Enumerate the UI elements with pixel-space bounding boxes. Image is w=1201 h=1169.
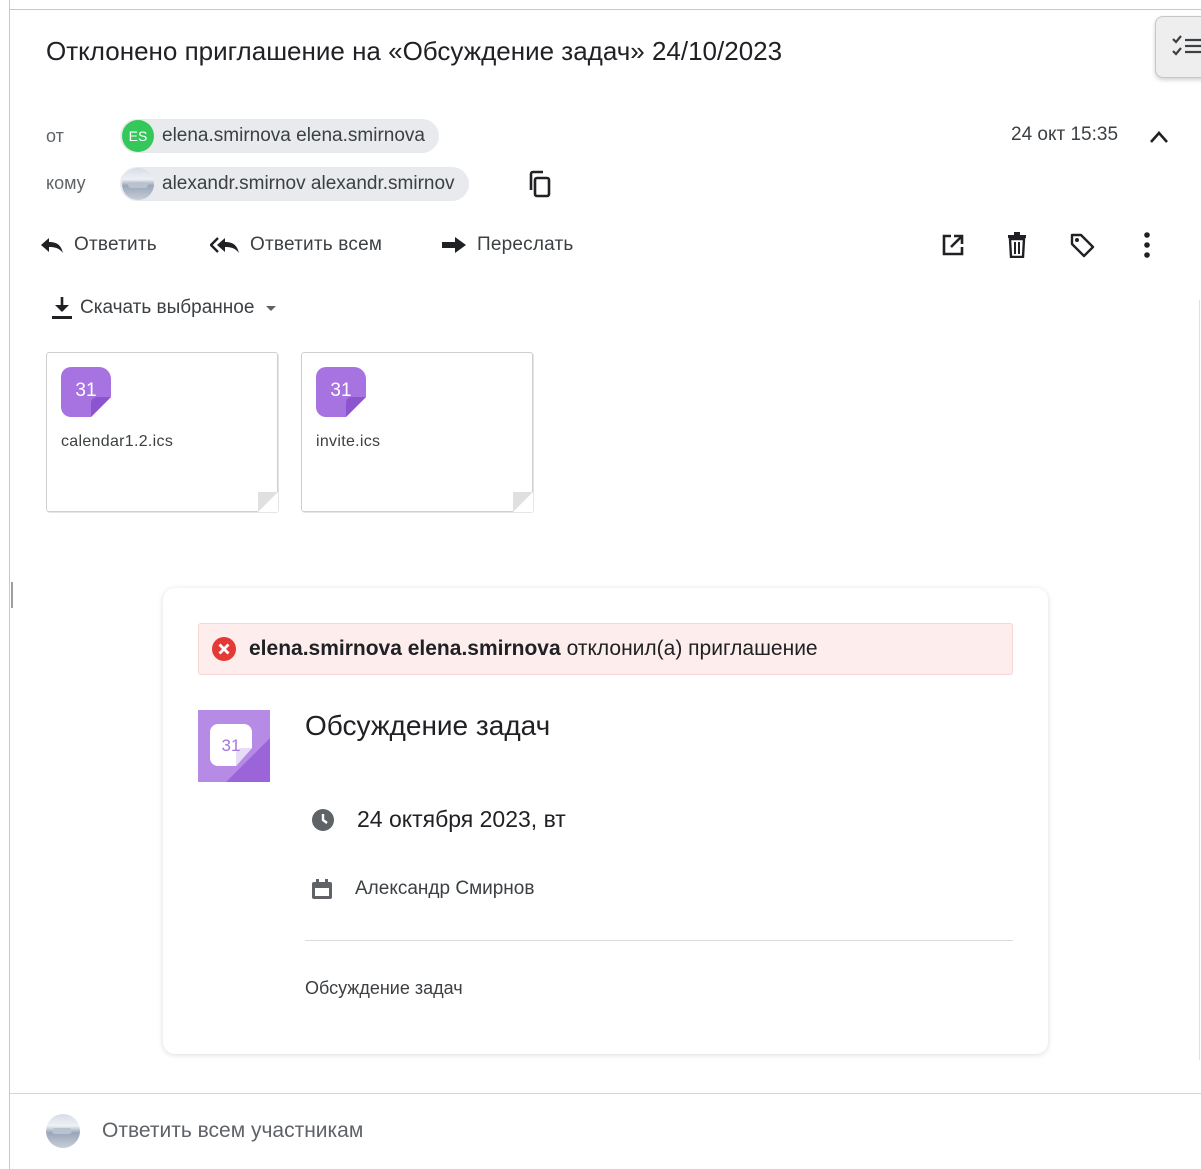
- attachment-name: invite.ics: [316, 433, 381, 450]
- sender-chip[interactable]: ES elena.smirnova elena.smirnova: [120, 119, 439, 153]
- resize-handle[interactable]: [11, 582, 13, 608]
- attachment-card[interactable]: 31 invite.ics: [301, 352, 533, 512]
- declined-alert: elena.smirnova elena.smirnova отклонил(а…: [198, 623, 1013, 675]
- download-selected-button[interactable]: Скачать выбранное: [50, 292, 278, 324]
- reply-icon: [41, 238, 63, 253]
- declined-status-text: отклонил(а) приглашение: [566, 637, 818, 660]
- reply-button[interactable]: Ответить: [40, 228, 157, 262]
- divider: [10, 1093, 1201, 1094]
- clock-icon: [312, 808, 334, 831]
- forward-icon: [442, 237, 466, 253]
- user-avatar: [46, 1114, 80, 1148]
- calendar-file-icon: 31: [316, 367, 366, 422]
- trash-icon: [1008, 232, 1026, 258]
- recipient-name: alexandr.smirnov alexandr.smirnov: [162, 173, 455, 194]
- scrollbar-track[interactable]: [1199, 300, 1200, 1060]
- chevron-up-icon: [1150, 131, 1168, 143]
- attachment-name: calendar1.2.ics: [61, 433, 174, 450]
- event-organizer-row: Александр Смирнов: [311, 878, 534, 900]
- reply-all-participants-button[interactable]: Ответить всем участникам: [46, 1113, 363, 1149]
- svg-text:31: 31: [222, 736, 241, 755]
- event-date: 24 октября 2023, вт: [357, 806, 566, 832]
- more-options-button[interactable]: [1130, 228, 1164, 262]
- page-fold: [258, 492, 278, 512]
- reply-all-label: Ответить всем: [250, 234, 383, 255]
- collapse-header-button[interactable]: [1144, 122, 1174, 152]
- reply-all-button[interactable]: Ответить всем: [210, 228, 382, 262]
- tag-button[interactable]: [1065, 228, 1099, 262]
- sender-avatar: ES: [122, 120, 154, 152]
- event-description: Обсуждение задач: [305, 978, 463, 998]
- reply-label: Ответить: [74, 234, 157, 255]
- from-label: от: [46, 126, 64, 146]
- calendar-icon: [312, 879, 332, 899]
- checklist-icon: [1172, 35, 1201, 56]
- email-date: 24 окт 15:35: [1011, 124, 1119, 145]
- attachment-card[interactable]: 31 calendar1.2.ics: [46, 352, 278, 512]
- tag-icon: [1070, 233, 1095, 258]
- email-subject: Отклонено приглашение на «Обсуждение зад…: [46, 36, 783, 66]
- to-label: кому: [46, 173, 86, 193]
- more-vertical-icon: [1144, 232, 1150, 258]
- frame-border-top: [9, 9, 1201, 10]
- open-external-icon: [942, 234, 964, 256]
- copy-icon: [529, 170, 551, 198]
- reply-all-icon: [210, 237, 239, 253]
- event-title: Обсуждение задач: [305, 710, 551, 741]
- download-icon: [52, 297, 72, 319]
- forward-label: Переслать: [477, 234, 574, 255]
- declined-by-name: elena.smirnova elena.smirnova: [249, 637, 561, 660]
- reply-all-participants-label: Ответить всем участникам: [102, 1119, 364, 1142]
- copy-recipients-button[interactable]: [522, 166, 558, 202]
- event-organizer: Александр Смирнов: [355, 878, 535, 899]
- checklist-button[interactable]: [1155, 16, 1201, 78]
- open-in-new-window-button[interactable]: [936, 228, 970, 262]
- error-icon: [212, 637, 236, 661]
- forward-button[interactable]: Переслать: [441, 228, 574, 262]
- frame-border-left: [9, 0, 10, 1169]
- svg-text:31: 31: [75, 380, 96, 401]
- calendar-file-icon: 31: [61, 367, 111, 422]
- caret-down-icon: [266, 306, 277, 311]
- calendar-event-icon: 31: [198, 710, 270, 782]
- delete-button[interactable]: [1000, 228, 1034, 262]
- divider: [305, 940, 1013, 941]
- sender-name: elena.smirnova elena.smirnova: [162, 125, 425, 146]
- recipient-chip[interactable]: alexandr.smirnov alexandr.smirnov: [120, 167, 469, 201]
- invitation-card: elena.smirnova elena.smirnova отклонил(а…: [163, 588, 1048, 1054]
- recipient-avatar: [122, 168, 154, 200]
- event-date-row: 24 октября 2023, вт: [311, 806, 566, 833]
- download-selected-label: Скачать выбранное: [80, 297, 255, 318]
- svg-text:31: 31: [330, 380, 351, 401]
- page-fold: [513, 492, 533, 512]
